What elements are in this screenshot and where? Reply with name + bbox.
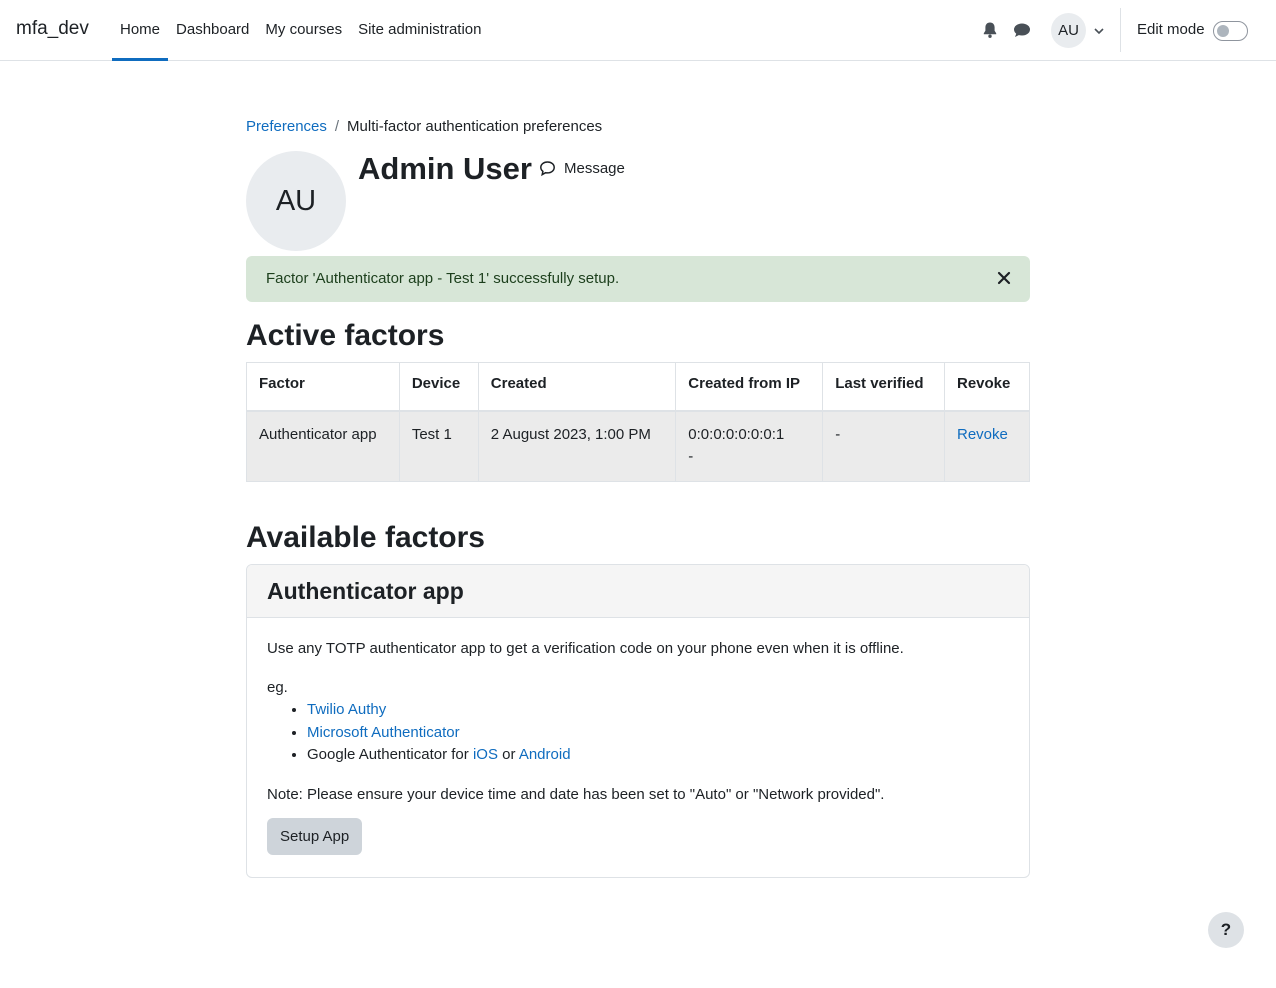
message-icon (540, 161, 555, 177)
bell-icon[interactable] (980, 20, 1000, 40)
message-button[interactable]: Message (539, 160, 625, 177)
message-label: Message (564, 160, 625, 177)
active-factors-table: Factor Device Created Created from IP La… (246, 362, 1030, 482)
chevron-down-icon[interactable] (1093, 24, 1105, 36)
toggle-knob (1217, 25, 1229, 37)
revoke-link[interactable]: Revoke (957, 426, 1008, 443)
android-link[interactable]: Android (519, 746, 571, 763)
card-body: Use any TOTP authenticator app to get a … (247, 618, 1029, 875)
column-header: Device (398, 362, 479, 412)
ip-cell: 0:0:0:0:0:0:0:1 - (675, 410, 824, 482)
table-header-row: Factor Device Created Created from IP La… (246, 362, 1030, 412)
revoke-cell: Revoke (944, 410, 1030, 482)
active-factors-heading: Active factors (246, 319, 445, 352)
column-header: Factor (246, 362, 400, 412)
google-authenticator-text: Google Authenticator for (307, 746, 469, 763)
eg-label: eg. (267, 679, 288, 696)
page-title: Admin User (358, 151, 532, 186)
breadcrumb: Preferences / Multi-factor authenticatio… (246, 118, 602, 135)
table-row: Authenticator app Test 1 2 August 2023, … (246, 410, 1030, 482)
breadcrumb-preferences[interactable]: Preferences (246, 118, 327, 135)
column-header: Last verified (822, 362, 945, 412)
list-item: Google Authenticator for iOS or Android (307, 744, 1009, 767)
nav-site-administration[interactable]: Site administration (350, 0, 489, 60)
user-avatar[interactable]: AU (1051, 13, 1086, 48)
edit-mode-label: Edit mode (1137, 21, 1205, 38)
authenticator-factor-card: Authenticator app Use any TOTP authentic… (246, 564, 1030, 878)
breadcrumb-separator: / (334, 118, 340, 135)
nav-dashboard[interactable]: Dashboard (168, 0, 257, 60)
list-item: Twilio Authy (307, 699, 1009, 722)
list-item: Microsoft Authenticator (307, 722, 1009, 745)
ios-link[interactable]: iOS (473, 746, 498, 763)
navbar-divider (1120, 8, 1121, 52)
created-cell: 2 August 2023, 1:00 PM (477, 410, 677, 482)
ip-suffix: - (688, 447, 694, 465)
column-header: Created from IP (675, 362, 824, 412)
factor-cell: Authenticator app (246, 410, 400, 482)
breadcrumb-current: Multi-factor authentication preferences (347, 118, 603, 135)
device-cell: Test 1 (398, 410, 479, 482)
twilio-authy-link[interactable]: Twilio Authy (307, 701, 386, 718)
ip-address: 0:0:0:0:0:0:0:1 (688, 425, 785, 443)
time-note: Note: Please ensure your device time and… (267, 785, 885, 803)
column-header: Revoke (944, 362, 1030, 412)
card-title: Authenticator app (247, 565, 1029, 618)
chat-icon[interactable] (1012, 20, 1032, 40)
last-verified-cell: - (822, 410, 945, 482)
setup-app-button[interactable]: Setup App (267, 817, 363, 855)
nav-home[interactable]: Home (112, 0, 169, 61)
factor-description: Use any TOTP authenticator app to get a … (267, 640, 904, 657)
top-navbar: mfa_dev Home Dashboard My courses Site a… (0, 0, 1276, 61)
site-brand[interactable]: mfa_dev (16, 18, 89, 40)
help-button[interactable]: ? (1208, 912, 1244, 948)
column-header: Created (477, 362, 677, 412)
primary-navigation: Home Dashboard My courses Site administr… (112, 0, 490, 61)
microsoft-authenticator-link[interactable]: Microsoft Authenticator (307, 724, 460, 741)
success-alert: Factor 'Authenticator app - Test 1' succ… (246, 256, 1030, 302)
available-factors-heading: Available factors (246, 521, 485, 554)
profile-avatar: AU (246, 151, 346, 251)
alert-message: Factor 'Authenticator app - Test 1' succ… (266, 270, 620, 287)
or-text: or (502, 746, 516, 763)
edit-mode-toggle[interactable] (1213, 21, 1248, 41)
close-icon[interactable] (997, 271, 1011, 285)
nav-my-courses[interactable]: My courses (257, 0, 350, 60)
app-list: Twilio Authy Microsoft Authenticator Goo… (267, 699, 1009, 767)
